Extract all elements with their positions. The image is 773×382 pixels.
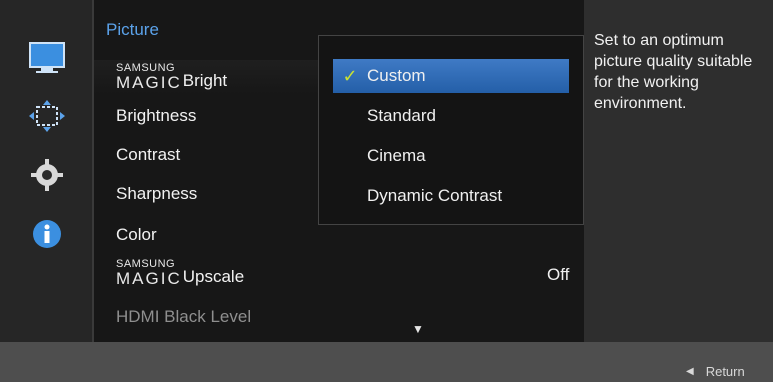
checkmark-icon: ✓ <box>342 65 358 86</box>
return-label: Return <box>705 364 745 379</box>
footer-bar <box>0 342 773 382</box>
samsung-magic-logo: SAMSUNG MAGIC <box>116 258 182 288</box>
settings-category[interactable] <box>20 155 74 195</box>
option-label: Standard <box>367 106 436 125</box>
menu-item-hdmi-black-level: HDMI Black Level <box>94 300 320 334</box>
menu-item-contrast[interactable]: Contrast <box>94 138 320 172</box>
description-text: Set to an optimum picture quality suitab… <box>594 32 753 112</box>
menu-item-label: HDMI Black Level <box>116 307 252 326</box>
option-custom[interactable]: ✓ Custom <box>333 59 569 93</box>
menu-item-label: Brightness <box>116 106 197 125</box>
magicbright-options-dropdown: ✓ Custom Standard Cinema Dynamic Contras… <box>318 35 584 225</box>
menu-item-magicupscale[interactable]: SAMSUNG MAGIC Upscale <box>94 256 320 290</box>
menu-item-magicbright[interactable]: SAMSUNG MAGIC Bright <box>94 60 320 94</box>
gear-icon <box>31 159 63 191</box>
description-panel: Set to an optimum picture quality suitab… <box>584 0 773 342</box>
monitor-icon <box>29 42 65 73</box>
menu-title: Picture <box>106 20 159 39</box>
left-rail <box>0 0 92 342</box>
menu-item-label: Sharpness <box>116 184 198 203</box>
option-label: Cinema <box>367 146 426 165</box>
option-label: Custom <box>367 66 426 85</box>
menu-item-label: Color <box>116 225 157 244</box>
return-button[interactable]: ◀ Return <box>686 364 745 379</box>
magicupscale-label: SAMSUNG MAGIC Upscale <box>116 258 245 288</box>
option-label: Dynamic Contrast <box>367 186 503 205</box>
magicbright-label: SAMSUNG MAGIC Bright <box>116 62 228 92</box>
move-icon <box>29 100 65 132</box>
menu-item-label: Contrast <box>116 145 181 164</box>
info-icon <box>33 220 61 248</box>
left-arrow-icon: ◀ <box>686 366 694 377</box>
menu-item-color[interactable]: Color <box>94 218 320 252</box>
samsung-magic-logo: SAMSUNG MAGIC <box>116 62 182 92</box>
option-cinema[interactable]: Cinema <box>333 139 569 173</box>
position-category[interactable] <box>20 96 74 136</box>
osd-screen: Picture SAMSUNG MAGIC Bright Brightness … <box>0 0 773 382</box>
magicupscale-value: Off <box>547 265 570 284</box>
information-category[interactable] <box>20 214 74 254</box>
option-dynamic-contrast[interactable]: Dynamic Contrast <box>333 179 569 213</box>
option-standard[interactable]: Standard <box>333 99 569 133</box>
menu-item-brightness[interactable]: Brightness <box>94 99 320 133</box>
picture-category[interactable] <box>20 38 74 78</box>
scroll-down-icon[interactable]: ▼ <box>412 322 424 336</box>
menu-item-sharpness[interactable]: Sharpness <box>94 177 320 211</box>
